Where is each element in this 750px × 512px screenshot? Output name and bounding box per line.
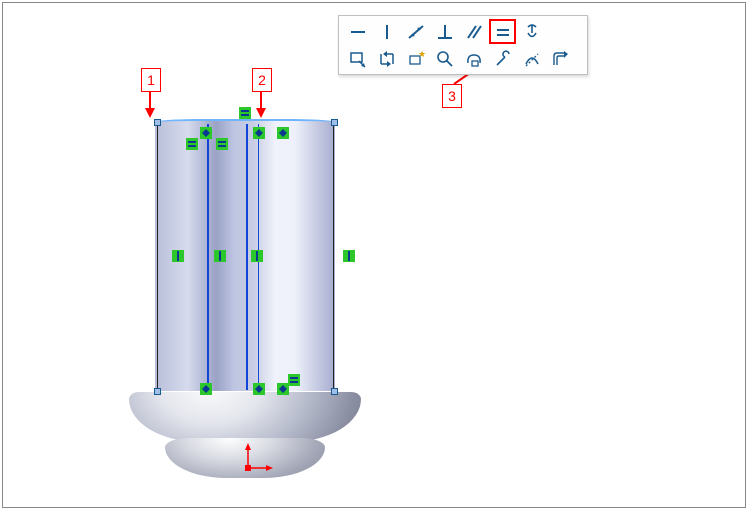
fix-constraint-marker[interactable] xyxy=(277,383,289,395)
toolbar-row-2: ★ xyxy=(344,46,582,71)
callout-3: 3 xyxy=(442,84,462,108)
perpendicular-constraint-icon[interactable] xyxy=(431,19,458,44)
offset-entities-icon[interactable] xyxy=(547,46,574,71)
cylinder-right-edge xyxy=(333,124,334,390)
sketch-handle[interactable] xyxy=(331,388,338,395)
equal-constraint-marker[interactable] xyxy=(239,107,251,119)
vertical-constraint-marker[interactable] xyxy=(251,250,263,262)
vertical-constraint-icon[interactable] xyxy=(373,19,400,44)
svg-text:★: ★ xyxy=(418,49,426,59)
vertical-constraint-marker[interactable] xyxy=(172,250,184,262)
repair-sketch-icon[interactable] xyxy=(489,46,516,71)
cylinder-left-edge xyxy=(157,124,158,390)
equal-constraint-marker[interactable] xyxy=(216,138,228,150)
callout-2: 2 xyxy=(252,68,272,92)
vertical-constraint-marker[interactable] xyxy=(214,250,226,262)
sketch-line-1[interactable] xyxy=(207,124,209,390)
swap-icon[interactable] xyxy=(373,46,400,71)
parallel-constraint-icon[interactable] xyxy=(460,19,487,44)
vertical-constraint-marker[interactable] xyxy=(343,250,355,262)
auto-constraint-icon[interactable]: ★ xyxy=(402,46,429,71)
quick-snap-icon[interactable] xyxy=(344,46,371,71)
callout-3-label: 3 xyxy=(448,88,456,104)
sketch-handle[interactable] xyxy=(154,119,161,126)
callout-1-arrow xyxy=(145,108,155,118)
sketch-handle[interactable] xyxy=(154,388,161,395)
horizontal-constraint-icon[interactable] xyxy=(344,19,371,44)
model-cylinder-topedge xyxy=(155,119,335,125)
sketch-handle[interactable] xyxy=(331,119,338,126)
make-construction-icon[interactable] xyxy=(518,46,545,71)
fix-constraint-marker[interactable] xyxy=(200,383,212,395)
collinear-constraint-icon[interactable] xyxy=(402,19,429,44)
callout-1: 1 xyxy=(141,68,161,92)
sketch-relations-toolbar: ★ xyxy=(338,15,588,75)
callout-2-arrow xyxy=(256,108,266,118)
fix-constraint-marker[interactable] xyxy=(253,127,265,139)
fix-constraint-marker[interactable] xyxy=(253,383,265,395)
model-base-dome xyxy=(129,392,361,442)
equal-constraint-icon[interactable] xyxy=(489,19,516,44)
equal-constraint-marker[interactable] xyxy=(288,374,300,386)
origin-triad-icon xyxy=(243,443,273,473)
zoom-icon[interactable] xyxy=(431,46,458,71)
fix-constraint-icon[interactable] xyxy=(518,19,545,44)
toolbar-row-1 xyxy=(344,19,582,44)
fix-constraint-marker[interactable] xyxy=(277,127,289,139)
select-chain-icon[interactable] xyxy=(460,46,487,71)
equal-constraint-marker[interactable] xyxy=(186,138,198,150)
sketch-line-2[interactable] xyxy=(246,124,248,390)
callout-1-stem xyxy=(149,91,151,109)
fix-constraint-marker[interactable] xyxy=(200,127,212,139)
callout-2-label: 2 xyxy=(258,72,266,88)
callout-1-label: 1 xyxy=(147,72,155,88)
callout-2-stem xyxy=(260,91,262,109)
